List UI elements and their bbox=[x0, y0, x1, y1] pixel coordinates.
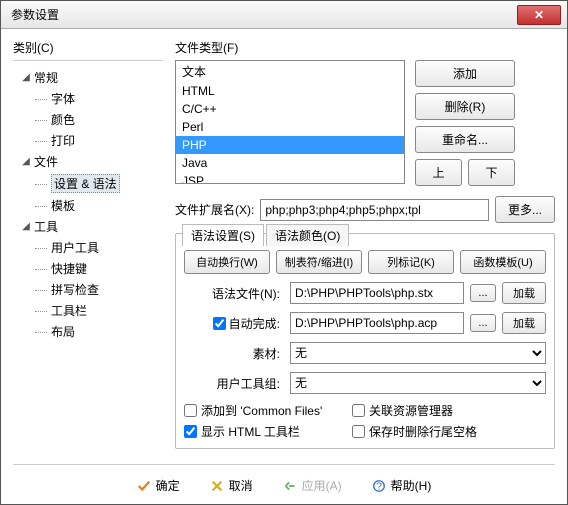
tree-item[interactable]: 工具栏 bbox=[13, 300, 163, 321]
tree-item[interactable]: 用户工具 bbox=[13, 237, 163, 258]
func-template-button[interactable]: 函数模板(U) bbox=[460, 250, 546, 274]
autocomplete-input[interactable] bbox=[290, 312, 464, 334]
tab-syntax-settings[interactable]: 语法设置(S) bbox=[182, 224, 264, 246]
collapse-icon: ◢ bbox=[21, 221, 31, 232]
list-item[interactable]: JSP bbox=[176, 172, 404, 184]
tab-indent-button[interactable]: 制表符/缩进(I) bbox=[276, 250, 362, 274]
tree-item[interactable]: 颜色 bbox=[13, 109, 163, 130]
tab-syntax-color[interactable]: 语法颜色(O) bbox=[266, 224, 349, 246]
apply-button[interactable]: 应用(A) bbox=[277, 475, 348, 496]
close-icon: ✕ bbox=[534, 8, 544, 22]
add-button[interactable]: 添加 bbox=[415, 60, 515, 87]
load-autocomplete-button[interactable]: 加载 bbox=[502, 312, 546, 334]
close-button[interactable]: ✕ bbox=[517, 5, 561, 25]
tree-item[interactable]: 拼写检查 bbox=[13, 279, 163, 300]
tree-item[interactable]: 快捷键 bbox=[13, 258, 163, 279]
list-item[interactable]: C/C++ bbox=[176, 100, 404, 118]
delete-button[interactable]: 删除(R) bbox=[415, 93, 515, 120]
categories-label: 类别(C) bbox=[13, 39, 163, 56]
wordwrap-button[interactable]: 自动换行(W) bbox=[184, 250, 270, 274]
ok-button[interactable]: 确定 bbox=[131, 475, 186, 496]
dialog-footer: 确定 取消 应用(A) ? 帮助(H) bbox=[13, 464, 555, 496]
material-label: 素材: bbox=[184, 345, 284, 362]
tree-group[interactable]: ◢文件 bbox=[13, 151, 163, 172]
help-button[interactable]: ? 帮助(H) bbox=[366, 475, 438, 496]
filetypes-listbox[interactable]: 文本 HTML C/C++ Perl PHP Java JSP bbox=[175, 60, 405, 184]
apply-icon bbox=[283, 479, 297, 493]
more-button[interactable]: 更多... bbox=[495, 196, 555, 223]
browse-syntax-button[interactable]: ... bbox=[470, 284, 496, 302]
show-html-toolbar-check[interactable]: 显示 HTML 工具栏 bbox=[184, 423, 334, 440]
trim-trailing-check[interactable]: 保存时删除行尾空格 bbox=[352, 423, 502, 440]
collapse-icon: ◢ bbox=[21, 72, 31, 83]
extensions-input[interactable] bbox=[260, 199, 489, 221]
list-item[interactable]: Java bbox=[176, 154, 404, 172]
svg-text:?: ? bbox=[376, 480, 382, 492]
load-syntax-button[interactable]: 加载 bbox=[502, 282, 546, 304]
cancel-button[interactable]: 取消 bbox=[204, 475, 259, 496]
list-item[interactable]: 文本 bbox=[176, 61, 404, 82]
list-item[interactable]: HTML bbox=[176, 82, 404, 100]
tree-item-settings-syntax[interactable]: 设置 & 语法 bbox=[13, 172, 163, 195]
help-icon: ? bbox=[372, 479, 386, 493]
extensions-label: 文件扩展名(X): bbox=[175, 201, 254, 218]
window-title: 参数设置 bbox=[7, 6, 59, 23]
collapse-icon: ◢ bbox=[21, 156, 31, 167]
move-up-button[interactable]: 上 bbox=[415, 159, 462, 186]
categories-tree[interactable]: ◢常规 字体 颜色 打印 ◢文件 设置 & 语法 模板 ◢工具 用户工具 快捷键… bbox=[13, 60, 163, 456]
tree-item[interactable]: 布局 bbox=[13, 321, 163, 342]
autocomplete-checkbox[interactable] bbox=[213, 317, 226, 330]
move-down-button[interactable]: 下 bbox=[468, 159, 515, 186]
x-icon bbox=[210, 479, 224, 493]
add-common-check[interactable]: 添加到 'Common Files' bbox=[184, 402, 334, 419]
toolgroup-combo[interactable]: 无 bbox=[290, 372, 546, 394]
filetypes-label: 文件类型(F) bbox=[175, 39, 555, 56]
list-item[interactable]: Perl bbox=[176, 118, 404, 136]
autocomplete-label: 自动完成: bbox=[229, 315, 280, 332]
titlebar: 参数设置 ✕ bbox=[1, 1, 567, 29]
browse-autocomplete-button[interactable]: ... bbox=[470, 314, 496, 332]
tree-group[interactable]: ◢常规 bbox=[13, 67, 163, 88]
check-icon bbox=[137, 479, 151, 493]
tree-group[interactable]: ◢工具 bbox=[13, 216, 163, 237]
toolgroup-label: 用户工具组: bbox=[184, 375, 284, 392]
tree-item[interactable]: 字体 bbox=[13, 88, 163, 109]
list-item-selected[interactable]: PHP bbox=[176, 136, 404, 154]
material-combo[interactable]: 无 bbox=[290, 342, 546, 364]
syntax-file-input[interactable] bbox=[290, 282, 464, 304]
column-marker-button[interactable]: 列标记(K) bbox=[368, 250, 454, 274]
rename-button[interactable]: 重命名... bbox=[415, 126, 515, 153]
assoc-explorer-check[interactable]: 关联资源管理器 bbox=[352, 402, 502, 419]
tree-item[interactable]: 打印 bbox=[13, 130, 163, 151]
syntax-file-label: 语法文件(N): bbox=[184, 285, 284, 302]
tree-item[interactable]: 模板 bbox=[13, 195, 163, 216]
